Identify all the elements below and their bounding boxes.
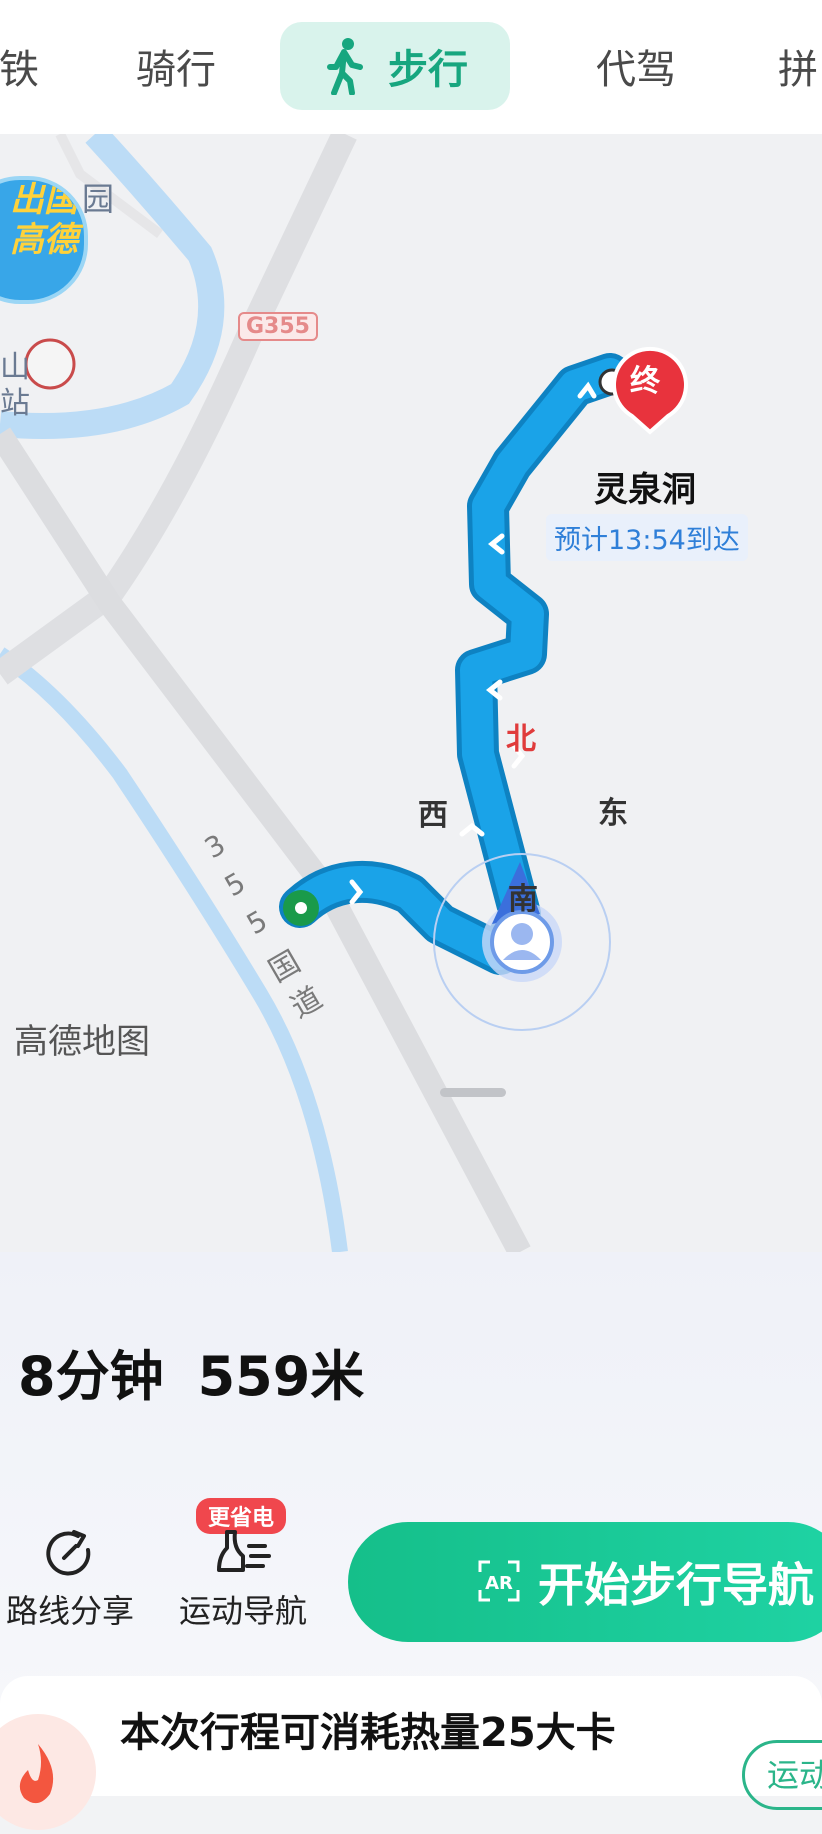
svg-text:AR: AR <box>485 1573 513 1594</box>
route-summary: 8分钟 559米 <box>18 1332 398 1411</box>
walking-route <box>284 358 626 970</box>
destination-name[interactable]: 灵泉洞 <box>594 462 696 511</box>
walking-person-icon <box>327 38 363 95</box>
start-walking-navigation-button[interactable]: AR 开始步行导航 <box>348 1522 822 1642</box>
amap-watermark: 高德地图 <box>14 1022 150 1062</box>
compass-south: 南 <box>508 882 538 917</box>
fire-icon <box>0 1714 96 1830</box>
end-marker-label: 终 <box>630 364 660 399</box>
calorie-text: 本次行程可消耗热量25大卡 <box>120 1710 616 1756</box>
tab-label: 拼 <box>778 47 818 93</box>
share-route-button[interactable]: 路线分享 <box>0 1526 140 1632</box>
map-canvas <box>0 134 688 1252</box>
promo-text-line: 高德 <box>10 220 78 260</box>
route-direction-arrows <box>349 381 597 905</box>
map-view[interactable]: 出国 高德 园 山 站 G355 3 5 5 国 道 终 灵泉洞 预计13:54… <box>0 134 822 1252</box>
share-icon <box>46 1530 91 1576</box>
ar-icon: AR <box>478 1560 520 1602</box>
tab-label: 铁 <box>0 47 39 93</box>
tab-walking[interactable]: 步行 <box>280 22 510 110</box>
poi-label: 园 <box>82 180 115 218</box>
road-shield-g355: G355 <box>238 312 318 341</box>
sport-navigation-button[interactable]: 运动导航 <box>170 1526 316 1632</box>
tab-label: 骑行 <box>136 47 216 93</box>
tab-label: 代驾 <box>596 47 676 93</box>
compass-east: 东 <box>598 796 628 831</box>
tab-designated-driver[interactable]: 代驾 <box>586 22 686 110</box>
drag-handle[interactable] <box>440 1088 506 1097</box>
tab-cycling[interactable]: 骑行 <box>126 22 226 110</box>
start-button-label: 开始步行导航 <box>538 1558 814 1612</box>
compass-west: 西 <box>418 798 448 833</box>
compass-north: 北 <box>506 722 536 757</box>
station-icon <box>24 338 76 390</box>
poi-label: 站 <box>0 386 30 421</box>
transport-tab-bar: 铁 骑行 步行 代驾 拼 <box>0 0 822 134</box>
tab-label: 步行 <box>388 47 468 93</box>
sport-mode-button[interactable]: 运动 <box>742 1740 822 1810</box>
duration: 8分钟 <box>18 1345 164 1408</box>
sport-navigation-label: 运动导航 <box>178 1592 307 1630</box>
calorie-card: 本次行程可消耗热量25大卡 运动 <box>0 1676 822 1830</box>
distance: 559米 <box>197 1345 365 1408</box>
share-label: 路线分享 <box>5 1592 134 1630</box>
tab-carpool[interactable]: 拼 <box>778 22 822 110</box>
tab-subway[interactable]: 铁 <box>0 22 44 110</box>
eta-label: 预计13:54到达 <box>546 514 748 561</box>
running-shoe-icon <box>217 1530 271 1572</box>
national-road-355 <box>0 427 531 1252</box>
